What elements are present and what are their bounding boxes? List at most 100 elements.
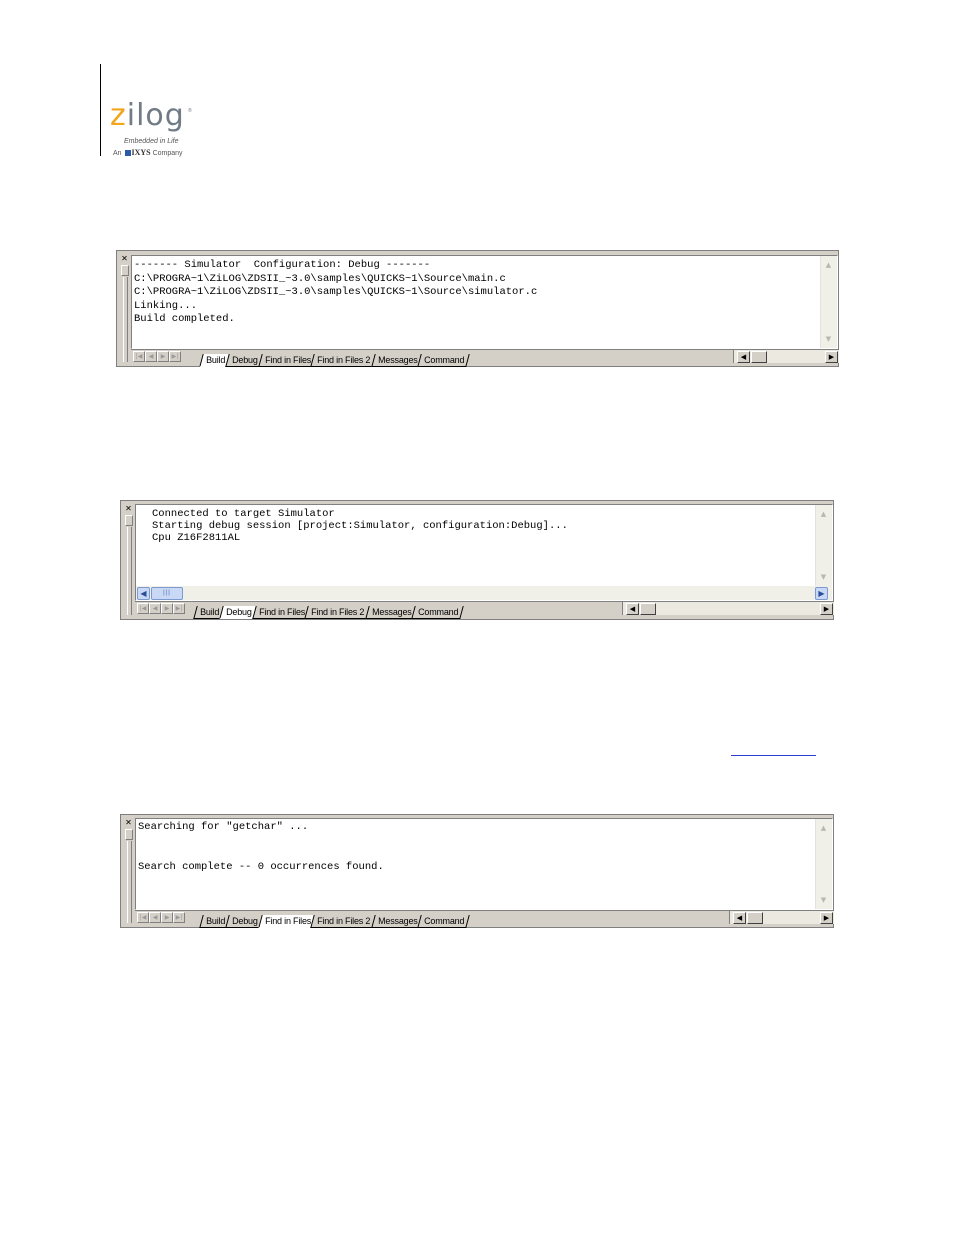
horizontal-scrollbar[interactable]: ◀ ▶ bbox=[729, 911, 834, 924]
output-line: Searching for "getchar" ... bbox=[138, 821, 309, 833]
window-grip[interactable] bbox=[125, 515, 133, 526]
tab-messages[interactable]: Messages bbox=[364, 606, 416, 619]
logo-wordmark-z: z bbox=[110, 98, 127, 133]
vertical-scrollbar[interactable]: ▲ ▼ bbox=[815, 819, 832, 909]
logo-company-brand: IXYS bbox=[131, 148, 151, 157]
output-text-area[interactable]: ------- Simulator Configuration: Debug -… bbox=[131, 255, 838, 349]
arrow-right-icon[interactable]: ▶ bbox=[825, 351, 838, 363]
horizontal-scrollbar[interactable]: ◀ ▶ bbox=[622, 602, 834, 615]
tab-nav-buttons: |◀ ◀ ▶ ▶| bbox=[137, 912, 185, 930]
tab-label: Command bbox=[424, 916, 465, 926]
tab-list: Build Debug Find in Files Find in Files 2 Me… bbox=[199, 911, 470, 928]
tab-debug[interactable]: Debug bbox=[225, 354, 263, 367]
tab-label: Find in Files bbox=[264, 916, 311, 926]
nav-first-icon[interactable]: |◀ bbox=[137, 912, 149, 923]
nav-prev-icon[interactable]: ◀ bbox=[145, 351, 157, 362]
tab-find-in-files[interactable]: Find in Files bbox=[257, 354, 316, 367]
close-icon[interactable]: ✕ bbox=[124, 505, 133, 513]
nav-last-icon[interactable]: ▶| bbox=[173, 912, 185, 923]
tab-label: Find in Files bbox=[258, 607, 305, 617]
nav-prev-icon[interactable]: ◀ bbox=[149, 912, 161, 923]
tab-messages[interactable]: Messages bbox=[370, 915, 422, 928]
output-text-area[interactable]: Connected to target Simulator Starting d… bbox=[135, 504, 833, 601]
tab-nav-buttons: |◀ ◀ ▶ ▶| bbox=[137, 603, 185, 621]
window-grip[interactable] bbox=[125, 829, 133, 840]
arrow-down-icon[interactable]: ▼ bbox=[823, 333, 834, 345]
tab-label: Debug bbox=[232, 355, 258, 365]
arrow-right-icon[interactable]: ▶ bbox=[820, 912, 833, 924]
tab-command[interactable]: Command bbox=[411, 606, 464, 619]
nav-first-icon[interactable]: |◀ bbox=[137, 603, 149, 614]
window-grip-bar[interactable] bbox=[123, 277, 128, 362]
output-line: Build completed. bbox=[134, 313, 235, 325]
output-line: Linking... bbox=[134, 299, 198, 312]
output-line: Search complete -- 0 occurrences found. bbox=[138, 860, 384, 873]
logo-wordmark-rest: ilog bbox=[126, 98, 185, 133]
window-side-bar: ✕ bbox=[117, 251, 131, 366]
arrow-down-icon[interactable]: ▼ bbox=[818, 571, 829, 583]
hyperlink-underline[interactable] bbox=[731, 755, 816, 756]
tab-find-in-files[interactable]: Find in Files bbox=[257, 915, 316, 928]
scroll-thumb[interactable]: ||| bbox=[151, 587, 183, 600]
tab-find-in-files-2[interactable]: Find in Files 2 bbox=[304, 606, 370, 619]
nav-prev-icon[interactable]: ◀ bbox=[149, 603, 161, 614]
nav-next-icon[interactable]: ▶ bbox=[157, 351, 169, 362]
close-icon[interactable]: ✕ bbox=[120, 255, 129, 263]
arrow-left-icon[interactable]: ◀ bbox=[137, 587, 150, 600]
arrow-left-icon[interactable]: ◀ bbox=[737, 351, 750, 363]
vertical-scrollbar[interactable]: ▲ ▼ bbox=[820, 256, 837, 348]
nav-last-icon[interactable]: ▶| bbox=[173, 603, 185, 614]
window-grip-bar[interactable] bbox=[127, 841, 132, 923]
nav-last-icon[interactable]: ▶| bbox=[169, 351, 181, 362]
output-lines: Connected to target Simulator Starting d… bbox=[136, 505, 832, 544]
arrow-up-icon[interactable]: ▲ bbox=[818, 822, 829, 834]
tab-debug[interactable]: Debug bbox=[219, 606, 257, 619]
horizontal-scrollbar[interactable]: ◀ ||| ▶ bbox=[136, 586, 832, 600]
window-grip-bar[interactable] bbox=[127, 527, 132, 615]
tab-label: Build bbox=[206, 916, 226, 926]
output-line: ------- Simulator Configuration: Debug -… bbox=[134, 259, 431, 271]
tab-label: Command bbox=[418, 607, 459, 617]
tab-messages[interactable]: Messages bbox=[370, 354, 422, 367]
tab-label: Build bbox=[206, 355, 226, 365]
tab-label: Messages bbox=[377, 916, 418, 926]
output-window-find-in-files: ✕ Searching for "getchar" ... Search com… bbox=[120, 814, 834, 928]
vertical-scrollbar[interactable]: ▲ ▼ bbox=[815, 505, 832, 586]
tab-command[interactable]: Command bbox=[417, 915, 470, 928]
scroll-thumb[interactable] bbox=[751, 351, 767, 363]
scroll-thumb[interactable] bbox=[747, 912, 763, 924]
arrow-up-icon[interactable]: ▲ bbox=[818, 508, 829, 520]
nav-first-icon[interactable]: |◀ bbox=[133, 351, 145, 362]
nav-next-icon[interactable]: ▶ bbox=[161, 603, 173, 614]
window-side-bar: ✕ bbox=[121, 501, 135, 619]
ixys-square-icon bbox=[124, 150, 131, 156]
tab-label: Find in Files 2 bbox=[317, 355, 371, 365]
output-line: Connected to target Simulator bbox=[152, 508, 335, 520]
output-line: Cpu Z16F2811AL bbox=[152, 532, 241, 544]
nav-next-icon[interactable]: ▶ bbox=[161, 912, 173, 923]
output-text-area[interactable]: Searching for "getchar" ... Search compl… bbox=[135, 818, 833, 910]
tab-bar: |◀ ◀ ▶ ▶| Build Debug Find in Files Find in Fi… bbox=[135, 910, 834, 928]
arrow-left-icon[interactable]: ◀ bbox=[626, 603, 639, 615]
arrow-right-icon[interactable]: ▶ bbox=[815, 587, 828, 600]
tab-label: Build bbox=[200, 607, 220, 617]
logo-company: An IXYS Company bbox=[113, 148, 183, 157]
arrow-down-icon[interactable]: ▼ bbox=[818, 894, 829, 906]
tab-list: Build Debug Find in Files Find in Files 2 Me… bbox=[199, 350, 470, 367]
window-grip[interactable] bbox=[121, 265, 129, 276]
tab-label: Find in Files 2 bbox=[311, 607, 365, 617]
logo-company-suffix: Company bbox=[152, 150, 183, 157]
horizontal-scrollbar[interactable]: ◀ ▶ bbox=[733, 350, 839, 363]
tab-find-in-files-2[interactable]: Find in Files 2 bbox=[310, 915, 376, 928]
arrow-up-icon[interactable]: ▲ bbox=[823, 259, 834, 271]
logo-trademark: ® bbox=[188, 108, 192, 114]
scroll-thumb[interactable] bbox=[640, 603, 656, 615]
arrow-right-icon[interactable]: ▶ bbox=[820, 603, 833, 615]
tab-command[interactable]: Command bbox=[417, 354, 470, 367]
output-lines: ------- Simulator Configuration: Debug -… bbox=[132, 256, 837, 327]
tab-debug[interactable]: Debug bbox=[225, 915, 263, 928]
close-icon[interactable]: ✕ bbox=[124, 819, 133, 827]
tab-find-in-files-2[interactable]: Find in Files 2 bbox=[310, 354, 376, 367]
arrow-left-icon[interactable]: ◀ bbox=[733, 912, 746, 924]
tab-find-in-files[interactable]: Find in Files bbox=[251, 606, 310, 619]
